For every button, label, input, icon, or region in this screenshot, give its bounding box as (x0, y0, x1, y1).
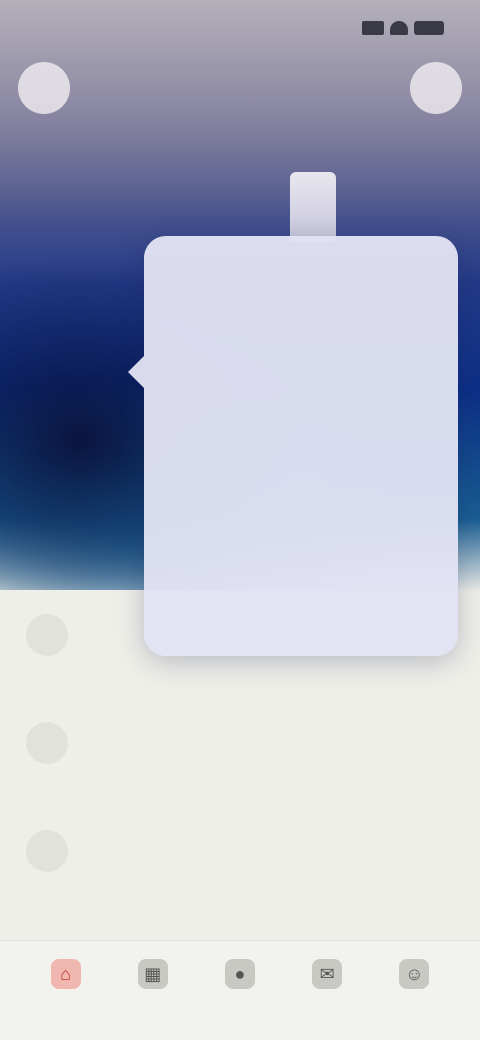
wifi-icon (390, 21, 408, 35)
menu-item-7[interactable] (182, 558, 458, 604)
list-item-icon (26, 722, 68, 764)
menu-anchor (290, 172, 336, 242)
list-item[interactable] (0, 806, 480, 906)
signal-icon (362, 21, 384, 35)
menu-item-1[interactable] (182, 282, 458, 328)
status-bar (0, 0, 480, 56)
tab-message[interactable]: ✉ (296, 959, 358, 1023)
menu-item-5[interactable] (182, 466, 458, 512)
grid-icon: ▦ (137, 959, 168, 989)
tab-center[interactable]: ● (209, 959, 271, 1023)
more-button[interactable] (410, 62, 462, 114)
avatar-button[interactable] (18, 62, 70, 114)
home-icon: ⌂ (50, 959, 81, 989)
list-item-icon (26, 614, 68, 656)
bottom-tab-bar: ⌂ ▦ ● ✉ ☺ (0, 940, 480, 1040)
popup-menu (128, 236, 458, 656)
center-icon: ● (224, 959, 255, 989)
tab-profile[interactable]: ☺ (383, 959, 445, 1023)
list-item[interactable] (0, 698, 480, 798)
page-title (150, 74, 330, 102)
menu-item-2[interactable] (182, 328, 458, 374)
menu-item-8[interactable] (182, 604, 458, 650)
status-time (22, 14, 140, 42)
menu-item-4[interactable] (182, 420, 458, 466)
menu-item-6[interactable] (182, 512, 458, 558)
battery-icon (414, 21, 444, 35)
menu-item-3[interactable] (182, 374, 458, 420)
tab-home[interactable]: ⌂ (35, 959, 97, 1023)
profile-icon: ☺ (399, 959, 430, 989)
list-item-icon (26, 830, 68, 872)
message-icon: ✉ (312, 959, 343, 989)
status-icons (358, 18, 444, 38)
tab-grid[interactable]: ▦ (122, 959, 184, 1023)
